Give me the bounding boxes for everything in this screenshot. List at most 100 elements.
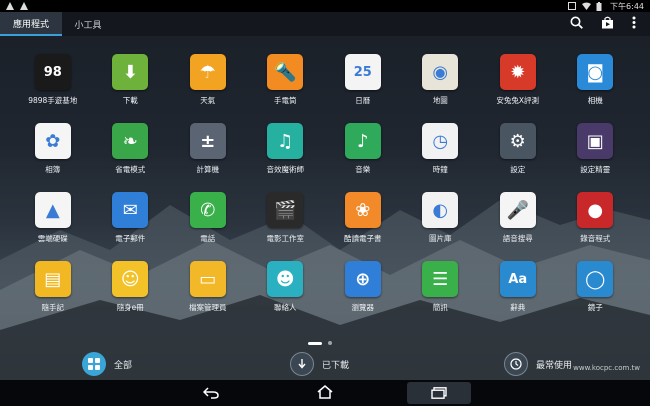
app-item[interactable]: ◉ 地圖 <box>402 54 480 106</box>
watermark: www.kocpc.com.tw <box>573 364 640 372</box>
app-item[interactable]: 25 日曆 <box>324 54 402 106</box>
app-item[interactable]: ♫ 音效魔術師 <box>247 123 325 175</box>
alert-icon <box>20 2 28 10</box>
play-store-icon[interactable] <box>601 16 614 29</box>
warning-icon <box>6 2 14 10</box>
app-item[interactable]: ▣ 設定精靈 <box>557 123 635 175</box>
app-item[interactable]: ▲ 雲端硬碟 <box>14 192 92 244</box>
app-icon: ☻ <box>267 261 304 297</box>
navigation-bar <box>0 380 650 406</box>
app-item[interactable]: ⚙ 設定 <box>479 123 557 175</box>
app-label: 計算機 <box>196 165 220 174</box>
app-icon: ▤ <box>34 261 71 297</box>
app-label: 設定 <box>510 165 526 174</box>
tab-widgets[interactable]: 小工具 <box>62 12 114 36</box>
app-item[interactable]: ◐ 圖片庫 <box>402 192 480 244</box>
recent-apps-button[interactable] <box>407 382 471 404</box>
app-icon: ✿ <box>34 123 71 159</box>
frequent-apps-button[interactable]: 最常使用 <box>504 352 572 376</box>
grid-icon <box>82 352 106 376</box>
recent-apps-icon <box>431 384 447 403</box>
app-label: 鏡子 <box>587 303 603 312</box>
app-icon: ◷ <box>422 123 459 159</box>
app-item[interactable]: ☰ 簡訊 <box>402 261 480 313</box>
app-label: 辭典 <box>510 303 526 312</box>
app-item[interactable]: 🔦 手電筒 <box>247 54 325 106</box>
app-icon: ✉ <box>112 192 149 228</box>
app-item[interactable]: ▭ 檔案管理員 <box>169 261 247 313</box>
search-icon[interactable] <box>570 16 583 29</box>
app-item[interactable]: ⬇ 下載 <box>92 54 170 106</box>
app-label: 音樂 <box>355 165 371 174</box>
home-icon <box>317 384 333 403</box>
app-label: 安兔兔X評測 <box>496 96 540 105</box>
status-time: 下午6:44 <box>610 1 644 11</box>
app-item[interactable]: ▤ 隨手記 <box>14 261 92 313</box>
app-icon: ⚙ <box>499 123 536 159</box>
drawer-filter-bar: 全部 已下載 最常使用 <box>0 352 650 378</box>
clock-icon <box>504 352 528 376</box>
app-icon: ± <box>189 123 226 159</box>
app-item[interactable]: ✿ 相簿 <box>14 123 92 175</box>
app-item[interactable]: ● 錄音程式 <box>557 192 635 244</box>
app-label: 檔案管理員 <box>189 303 227 312</box>
app-item[interactable]: ☺ 隨身e冊 <box>92 261 170 313</box>
app-label: 錄音程式 <box>580 234 611 243</box>
app-icon: ◐ <box>422 192 459 228</box>
app-icon: ♫ <box>267 123 304 159</box>
app-label: 酷讀電子書 <box>344 234 382 243</box>
app-item[interactable]: ✹ 安兔兔X評測 <box>479 54 557 106</box>
app-label: 電影工作室 <box>266 234 305 243</box>
app-icon: ◙ <box>577 54 614 90</box>
app-item[interactable]: ☂ 天氣 <box>169 54 247 106</box>
downloaded-apps-button[interactable]: 已下載 <box>290 352 349 376</box>
app-item[interactable]: ☻ 聯絡人 <box>247 261 325 313</box>
app-item[interactable]: ⊕ 瀏覽器 <box>324 261 402 313</box>
app-icon: ☂ <box>189 54 226 90</box>
app-icon: 🔦 <box>267 54 304 90</box>
app-icon: ◉ <box>422 54 459 90</box>
app-label: 電子郵件 <box>115 234 146 243</box>
home-button[interactable] <box>293 382 357 404</box>
tab-apps[interactable]: 應用程式 <box>0 12 62 36</box>
app-icon: ☺ <box>112 261 149 297</box>
more-options-icon[interactable] <box>632 16 636 29</box>
app-label: 音效魔術師 <box>266 165 305 174</box>
screenshot-icon <box>568 2 577 10</box>
app-label: 相簿 <box>45 165 61 174</box>
app-label: 設定精靈 <box>580 165 611 174</box>
page-dot[interactable] <box>328 341 332 345</box>
app-icon: ☰ <box>422 261 459 297</box>
app-icon: Aa <box>499 261 536 297</box>
app-label: 日曆 <box>355 96 371 105</box>
back-icon <box>202 384 219 403</box>
app-label: 9898手遊基地 <box>28 96 78 105</box>
app-item[interactable]: ❀ 酷讀電子書 <box>324 192 402 244</box>
app-icon: ❀ <box>344 192 381 228</box>
app-item[interactable]: ◯ 鏡子 <box>557 261 635 313</box>
app-icon: ✆ <box>189 192 226 228</box>
app-icon: 98 <box>34 54 71 90</box>
app-label: 時鐘 <box>432 165 448 174</box>
app-item[interactable]: 98 9898手遊基地 <box>14 54 92 106</box>
app-item[interactable]: ± 計算機 <box>169 123 247 175</box>
frequent-apps-label: 最常使用 <box>536 360 573 371</box>
app-item[interactable]: Aa 辭典 <box>479 261 557 313</box>
page-indicator <box>308 341 332 345</box>
app-item[interactable]: ✉ 電子郵件 <box>92 192 170 244</box>
app-item[interactable]: 🎤 語音搜尋 <box>479 192 557 244</box>
page-dot-active <box>308 341 322 345</box>
app-label: 手電筒 <box>274 96 297 105</box>
back-button[interactable] <box>179 382 243 404</box>
app-icon: ⊕ <box>344 261 381 297</box>
app-item[interactable]: ♪ 音樂 <box>324 123 402 175</box>
app-item[interactable]: 🎬 電影工作室 <box>247 192 325 244</box>
app-item[interactable]: ◙ 相機 <box>557 54 635 106</box>
app-grid: 98 9898手遊基地 ⬇ 下載 ☂ 天氣 🔦 手電筒 25 日曆 ◉ 地圖 ✹ 安兔兔X評測 ◙ 相機 ✿ 相簿… <box>14 54 634 313</box>
all-apps-button[interactable]: 全部 <box>82 352 132 376</box>
app-item[interactable]: ✆ 電話 <box>169 192 247 244</box>
app-item[interactable]: ◷ 時鐘 <box>402 123 480 175</box>
app-item[interactable]: ❧ 省電模式 <box>92 123 170 175</box>
app-label: 相機 <box>587 96 603 105</box>
app-label: 省電模式 <box>115 165 146 174</box>
